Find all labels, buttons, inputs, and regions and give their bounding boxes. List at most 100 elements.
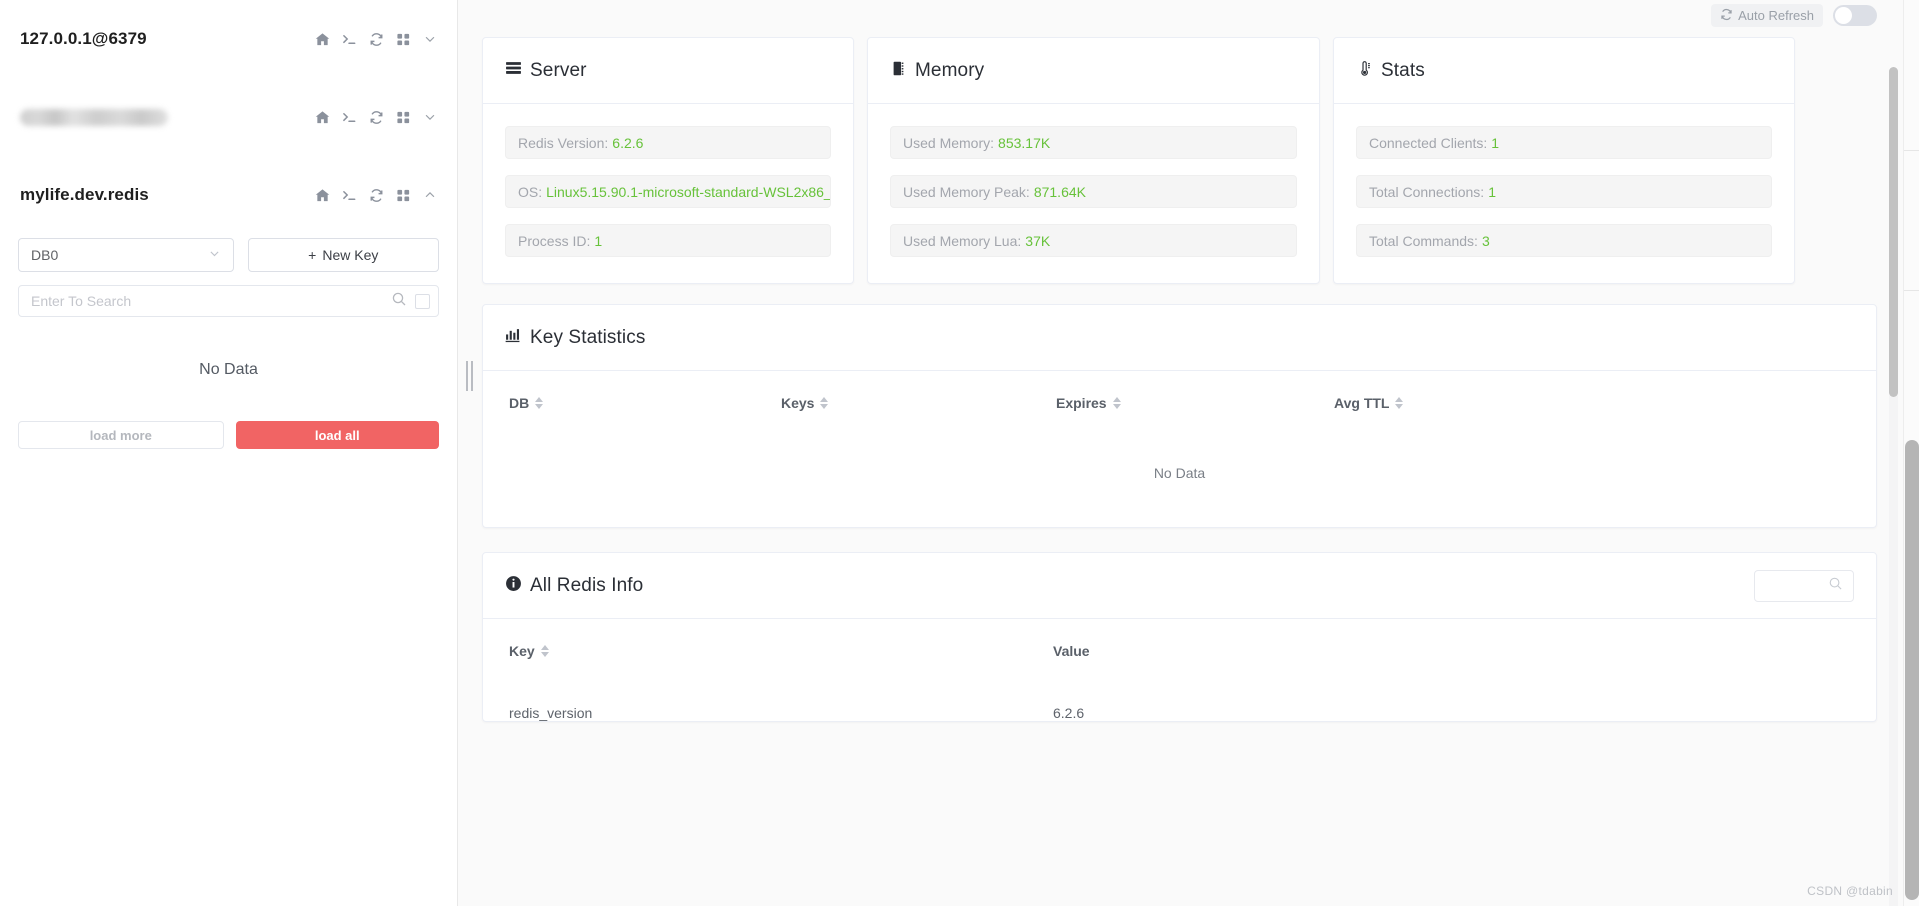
info-label: Connected Clients: bbox=[1369, 134, 1488, 151]
grid-icon[interactable] bbox=[396, 110, 411, 125]
connection-name-redacted bbox=[20, 108, 168, 126]
grid-icon[interactable] bbox=[396, 32, 411, 47]
chevron-down-icon[interactable] bbox=[423, 32, 437, 46]
content-scrollbar[interactable] bbox=[1889, 67, 1898, 906]
info-value: Linux5.15.90.1-microsoft-standard-WSL2x8… bbox=[546, 183, 831, 200]
auto-refresh-button[interactable]: Auto Refresh bbox=[1711, 4, 1823, 27]
column-header-avg-ttl[interactable]: Avg TTL bbox=[1334, 395, 1404, 411]
all-redis-info-title-group: All Redis Info bbox=[505, 575, 643, 597]
info-value: 1 bbox=[594, 232, 603, 249]
column-label: Value bbox=[1053, 643, 1090, 659]
browser-scrollbar-thumb[interactable] bbox=[1905, 440, 1919, 900]
refresh-icon bbox=[1720, 8, 1733, 24]
server-icon bbox=[505, 60, 522, 82]
info-row: Total Connections: 1 bbox=[1356, 175, 1772, 208]
info-row: Redis Version: 6.2.6 bbox=[505, 126, 831, 159]
db-select-value: DB0 bbox=[31, 247, 59, 263]
connection-row-1[interactable] bbox=[18, 78, 439, 156]
browser-scrollbar[interactable] bbox=[1903, 0, 1919, 906]
search-exact-checkbox[interactable] bbox=[415, 293, 430, 309]
load-more-button[interactable]: load more bbox=[18, 421, 224, 449]
column-header-db[interactable]: DB bbox=[509, 395, 781, 411]
chevron-up-icon[interactable] bbox=[423, 188, 437, 202]
all-redis-info-table-header: Key Value bbox=[483, 619, 1876, 683]
grid-icon[interactable] bbox=[396, 188, 411, 203]
chevron-down-icon bbox=[208, 247, 221, 263]
memory-card-title: Memory bbox=[915, 59, 985, 81]
all-redis-info-search[interactable] bbox=[1754, 569, 1854, 602]
info-label: Used Memory Lua: bbox=[903, 232, 1022, 249]
new-key-label: New Key bbox=[322, 247, 379, 263]
info-row: Used Memory Lua: 37K bbox=[890, 224, 1297, 257]
key-statistics-empty: No Data bbox=[1153, 465, 1206, 481]
search-icon bbox=[1828, 576, 1843, 596]
db-toolbar: DB0 + New Key bbox=[18, 238, 439, 272]
terminal-icon[interactable] bbox=[342, 188, 357, 203]
connections-sidebar: 127.0.0.1@6379 mylife.dev.redis DB0 + Ne… bbox=[0, 0, 458, 906]
new-key-button[interactable]: + New Key bbox=[247, 238, 439, 272]
stats-card: Stats Connected Clients: 1 Total Connect… bbox=[1333, 37, 1795, 284]
stats-card-body: Connected Clients: 1 Total Connections: … bbox=[1334, 104, 1794, 283]
key-search-input[interactable] bbox=[31, 293, 383, 309]
all-redis-info-card: All Redis Info Key Value redis_version 6… bbox=[482, 552, 1877, 722]
terminal-icon[interactable] bbox=[342, 32, 357, 47]
column-label: Keys bbox=[781, 395, 815, 411]
info-value: 1 bbox=[1491, 134, 1500, 151]
column-header-keys[interactable]: Keys bbox=[781, 395, 1056, 411]
info-row: OS: Linux5.15.90.1-microsoft-standard-WS… bbox=[505, 175, 831, 208]
info-value: 6.2.6 bbox=[612, 134, 644, 151]
connection-actions bbox=[315, 188, 437, 203]
info-icon bbox=[505, 575, 522, 597]
connection-actions bbox=[315, 110, 437, 125]
info-row: Total Commands: 3 bbox=[1356, 224, 1772, 257]
load-all-button[interactable]: load all bbox=[235, 421, 439, 449]
memory-card-body: Used Memory: 853.17K Used Memory Peak: 8… bbox=[868, 104, 1319, 283]
chevron-down-icon[interactable] bbox=[423, 110, 437, 124]
content-scrollbar-thumb[interactable] bbox=[1889, 67, 1898, 397]
sort-icon[interactable] bbox=[535, 397, 544, 409]
auto-refresh-toggle[interactable] bbox=[1833, 5, 1877, 26]
sort-icon[interactable] bbox=[820, 397, 829, 409]
refresh-icon[interactable] bbox=[369, 32, 384, 47]
column-header-key[interactable]: Key bbox=[509, 643, 1053, 659]
key-search-row bbox=[18, 285, 439, 317]
info-label: Used Memory Peak: bbox=[903, 183, 1030, 200]
home-icon[interactable] bbox=[315, 188, 330, 203]
column-header-value: Value bbox=[1053, 643, 1090, 659]
search-icon[interactable] bbox=[391, 291, 407, 312]
server-card: Server Redis Version: 6.2.6 OS: Linux5.1… bbox=[482, 37, 854, 284]
info-label: Redis Version: bbox=[518, 134, 609, 151]
db-select[interactable]: DB0 bbox=[18, 238, 234, 272]
server-card-title: Server bbox=[530, 59, 587, 81]
info-label: Total Commands: bbox=[1369, 232, 1478, 249]
info-value: 3 bbox=[1481, 232, 1490, 249]
plus-icon: + bbox=[308, 247, 317, 263]
connection-name: mylife.dev.redis bbox=[20, 185, 149, 204]
connection-row-2-active[interactable]: mylife.dev.redis bbox=[18, 156, 439, 234]
all-redis-info-header: All Redis Info bbox=[483, 553, 1876, 619]
key-statistics-title: Key Statistics bbox=[530, 326, 646, 348]
info-cards-row: Server Redis Version: 6.2.6 OS: Linux5.1… bbox=[482, 37, 1877, 284]
sidebar-empty-text: No Data bbox=[199, 361, 258, 378]
refresh-icon[interactable] bbox=[369, 188, 384, 203]
connection-row-0[interactable]: 127.0.0.1@6379 bbox=[18, 0, 439, 78]
column-header-expires[interactable]: Expires bbox=[1056, 395, 1334, 411]
bar-chart-icon bbox=[505, 327, 522, 349]
memory-card-header: Memory bbox=[868, 38, 1319, 104]
panel-resize-handle[interactable] bbox=[464, 361, 474, 391]
home-icon[interactable] bbox=[315, 32, 330, 47]
thermometer-icon bbox=[1356, 60, 1373, 82]
info-row: Used Memory Peak: 871.64K bbox=[890, 175, 1297, 208]
terminal-icon[interactable] bbox=[342, 110, 357, 125]
table-row[interactable]: redis_version 6.2.6 bbox=[483, 683, 1876, 721]
all-redis-info-title: All Redis Info bbox=[530, 574, 644, 596]
main-content: Auto Refresh Server Redis Version: 6.2.6 bbox=[458, 0, 1919, 906]
row-key: redis_version bbox=[509, 705, 593, 721]
stats-card-header: Stats bbox=[1334, 38, 1794, 104]
home-icon[interactable] bbox=[315, 110, 330, 125]
sort-icon[interactable] bbox=[540, 645, 549, 657]
sort-icon[interactable] bbox=[1395, 397, 1404, 409]
refresh-icon[interactable] bbox=[369, 110, 384, 125]
info-row: Connected Clients: 1 bbox=[1356, 126, 1772, 159]
sort-icon[interactable] bbox=[1112, 397, 1121, 409]
